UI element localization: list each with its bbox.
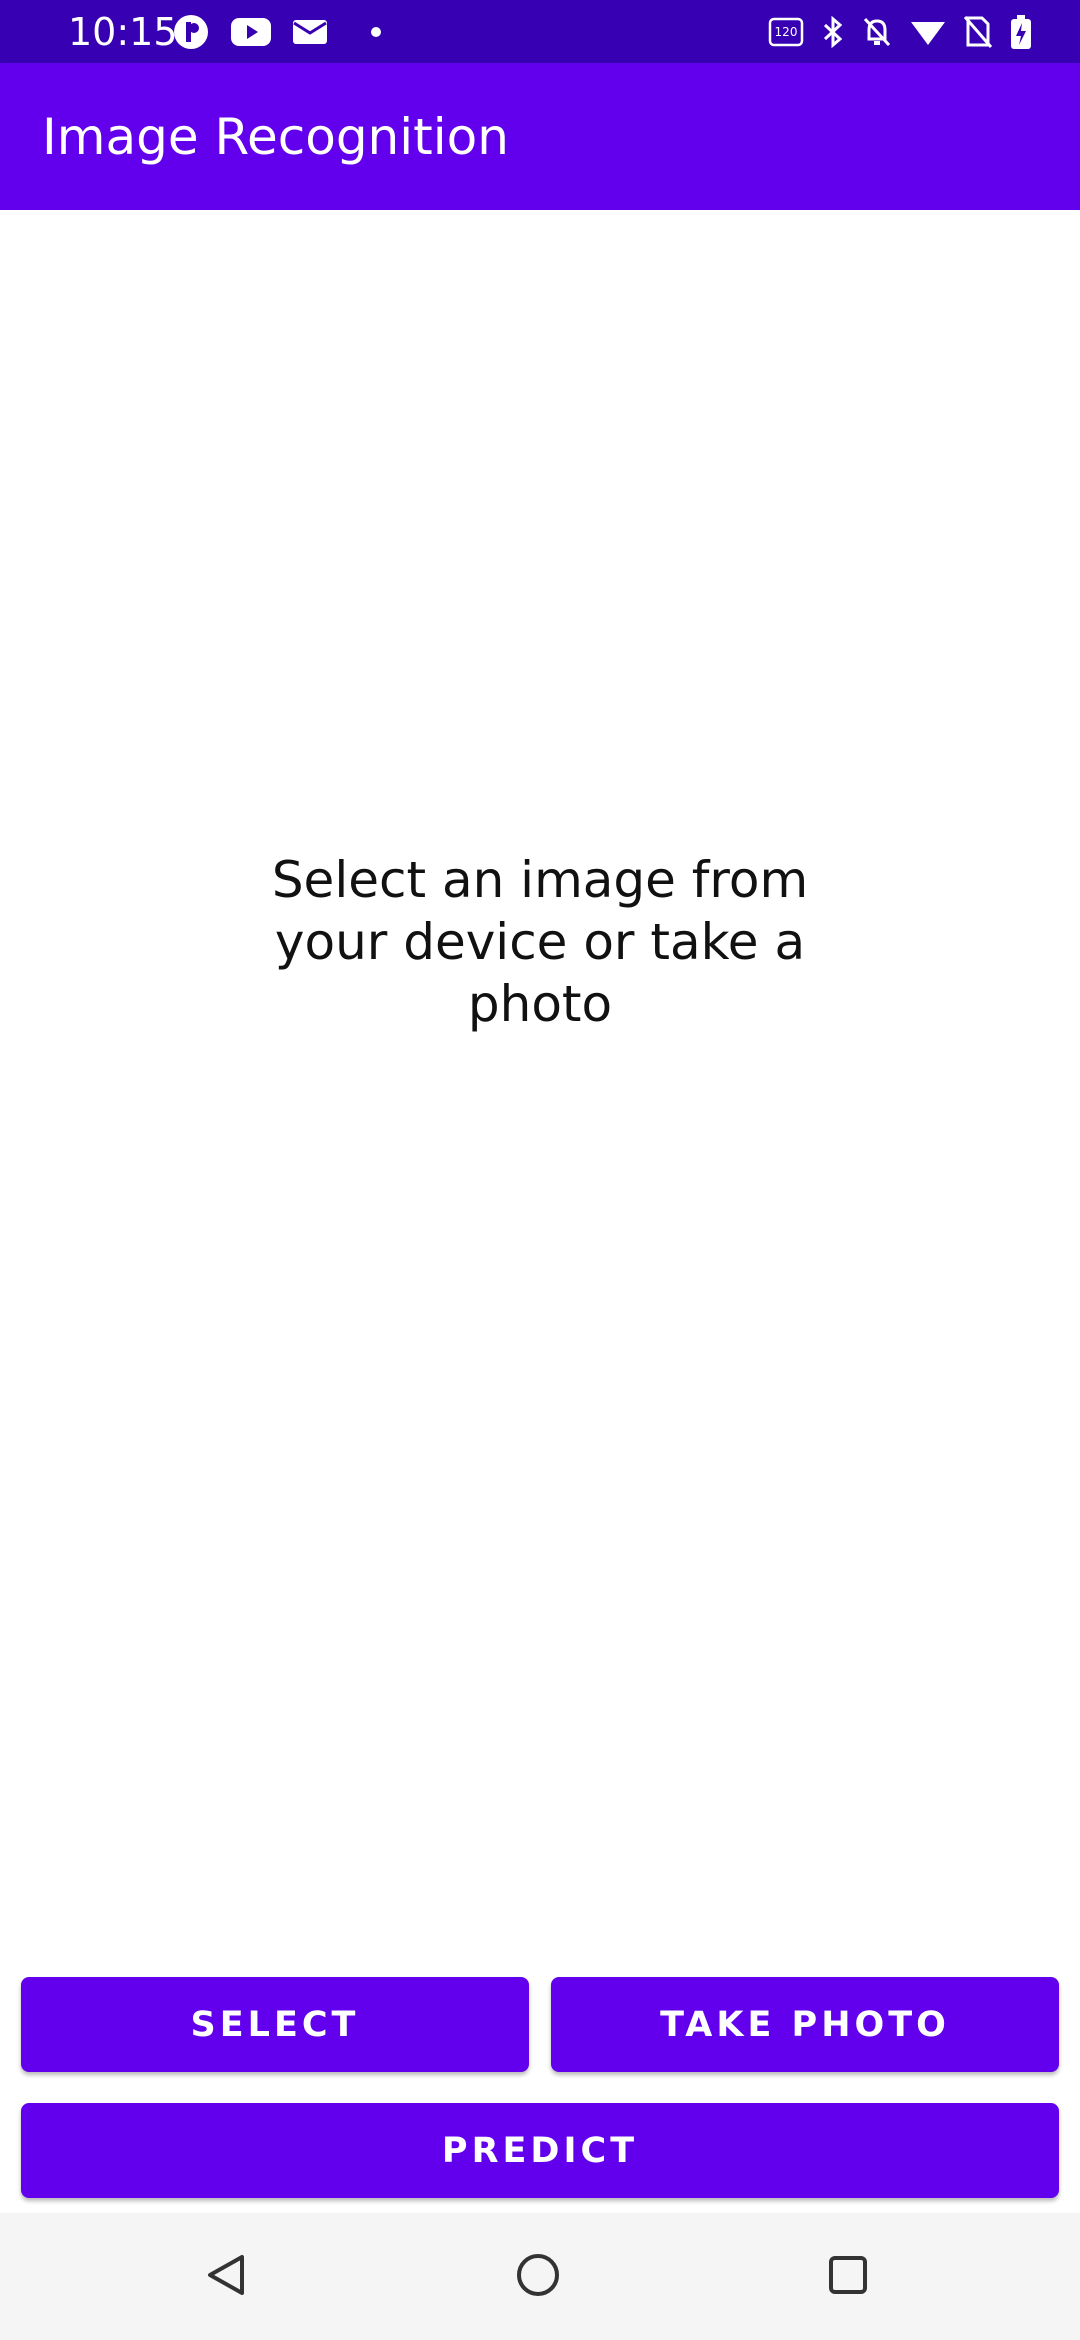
placeholder-text: Select an image from your device or take…: [271, 851, 809, 1033]
home-button[interactable]: [498, 2237, 578, 2317]
recents-icon: [826, 2253, 870, 2302]
back-icon: [204, 2251, 248, 2304]
mail-icon: [292, 18, 328, 46]
app-bar: Image Recognition: [0, 63, 1080, 210]
home-icon: [514, 2251, 562, 2304]
youtube-icon: [230, 16, 272, 48]
app-title: Image Recognition: [42, 108, 509, 166]
recents-button[interactable]: [808, 2237, 888, 2317]
battery-charging-icon: [1010, 14, 1032, 50]
take-photo-button[interactable]: TAKE PHOTO: [551, 1977, 1059, 2072]
predict-button[interactable]: PREDICT: [21, 2103, 1059, 2198]
back-button[interactable]: [186, 2237, 266, 2317]
image-preview-area: Select an image from your device or take…: [0, 210, 1080, 1975]
app-notification-icon: [172, 13, 210, 51]
select-button[interactable]: SELECT: [21, 1977, 529, 2072]
status-left-icons: [172, 14, 384, 50]
status-bar: 10:15 120: [0, 0, 1080, 63]
no-sim-icon: [964, 15, 992, 49]
navigation-bar: [0, 2213, 1080, 2340]
refresh-rate-120hz-icon: 120: [768, 15, 804, 49]
bell-off-icon: [862, 15, 892, 49]
wifi-icon: [910, 16, 946, 48]
dot-icon: [348, 14, 384, 50]
bluetooth-icon: [822, 15, 844, 49]
svg-text:120: 120: [775, 25, 798, 39]
status-time: 10:15: [68, 10, 178, 54]
status-right-icons: 120: [768, 14, 1032, 50]
